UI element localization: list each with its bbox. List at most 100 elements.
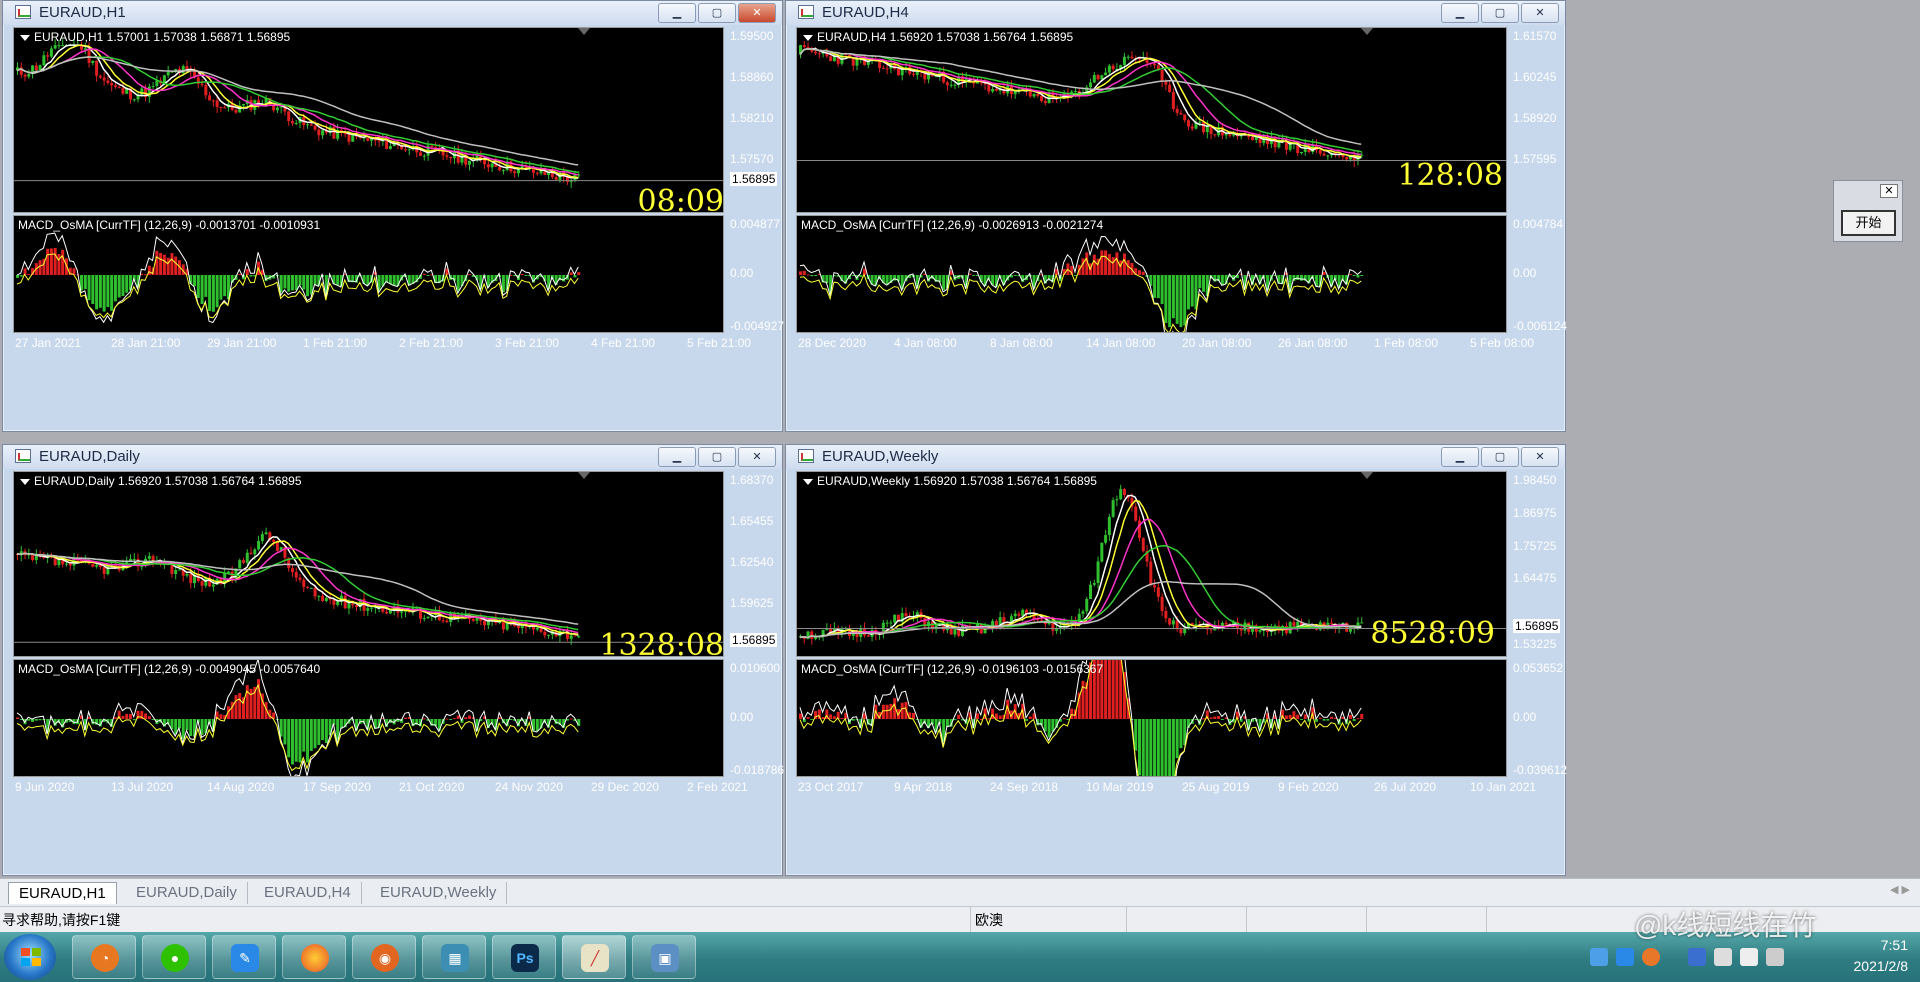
macd-bar: [885, 704, 889, 719]
minimize-button[interactable]: ▁: [1441, 447, 1479, 467]
window-titlebar[interactable]: EURAUD,H1 ▁ ▢ ✕: [3, 1, 782, 25]
tab-euraud-h1[interactable]: EURAUD,H1: [8, 882, 117, 904]
macd-pane[interactable]: MACD_OsMA [CurrTF] (12,26,9) -0.0013701 …: [13, 215, 724, 333]
candle-body: [223, 107, 227, 109]
taskbar-firefox[interactable]: [282, 935, 346, 979]
tray-volume-muted-icon[interactable]: [1740, 948, 1758, 966]
minimize-button[interactable]: ▁: [658, 3, 696, 23]
macd-bar: [1013, 275, 1017, 276]
candle-body: [302, 579, 306, 587]
macd-axis[interactable]: 0.053652 0.00 -0.039612: [1507, 659, 1568, 777]
time-axis[interactable]: 27 Jan 2021 28 Jan 21:00 29 Jan 21:00 1 Feb…: [13, 335, 751, 351]
maximize-button[interactable]: ▢: [1481, 3, 1519, 23]
macd-axis[interactable]: 0.004877 0.00 -0.004927: [724, 215, 784, 333]
tab-euraud-h4[interactable]: EURAUD,H4: [254, 882, 362, 904]
macd-pane[interactable]: MACD_OsMA [CurrTF] (12,26,9) -0.0049045 …: [13, 659, 724, 777]
header-triangle-icon[interactable]: [803, 478, 813, 485]
tab-euraud-weekly[interactable]: EURAUD,Weekly: [370, 882, 508, 904]
header-triangle-icon[interactable]: [20, 478, 30, 485]
macd-tick: -0.039612: [1513, 763, 1568, 777]
tray-network-icon[interactable]: [1714, 948, 1732, 966]
tab-euraud-daily[interactable]: EURAUD,Daily: [126, 882, 248, 904]
chart-window-daily[interactable]: EURAUD,Daily ▁ ▢ ✕ EURAUD,Daily 1.56920 …: [2, 444, 784, 876]
shift-marker-icon[interactable]: [578, 28, 590, 35]
candle-body: [949, 84, 953, 86]
price-pane[interactable]: EURAUD,H4 1.56920 1.57038 1.56764 1.5689…: [796, 27, 1507, 213]
price-axis[interactable]: 1.98450 1.86975 1.75725 1.64475 1.56895 1.532…: [1507, 471, 1565, 657]
taskbar-photoshop[interactable]: Ps: [492, 935, 556, 979]
macd-bar: [162, 254, 166, 275]
candle-body: [1288, 144, 1292, 150]
taskbar-chart-app[interactable]: ╱: [562, 935, 626, 979]
macd-axis[interactable]: 0.010600 0.00 -0.018786: [724, 659, 784, 777]
header-triangle-icon[interactable]: [803, 34, 813, 41]
tab-scroll-arrows[interactable]: ◀ ▶: [1890, 883, 1910, 896]
start-button[interactable]: 开始: [1841, 210, 1896, 236]
maximize-button[interactable]: ▢: [698, 3, 736, 23]
window-titlebar[interactable]: EURAUD,Daily ▁ ▢ ✕: [3, 445, 782, 469]
current-price-label: 1.56895: [730, 171, 778, 186]
chart-header: EURAUD,H1 1.57001 1.57038 1.56871 1.5689…: [20, 30, 290, 44]
close-button[interactable]: ✕: [1521, 3, 1559, 23]
chart-window-h4[interactable]: EURAUD,H4 ▁ ▢ ✕ EURAUD,H4 1.56920 1.5703…: [785, 0, 1567, 432]
close-button[interactable]: ✕: [738, 447, 776, 467]
window-titlebar[interactable]: EURAUD,H4 ▁ ▢ ✕: [786, 1, 1565, 25]
price-pane[interactable]: EURAUD,Weekly 1.56920 1.57038 1.56764 1.…: [796, 471, 1507, 657]
window-title: EURAUD,Weekly: [822, 448, 939, 465]
macd-tick: 0.00: [730, 710, 754, 724]
window-titlebar[interactable]: EURAUD,Weekly ▁ ▢ ✕: [786, 445, 1565, 469]
macd-bar: [57, 253, 61, 275]
time-axis[interactable]: 23 Oct 2017 9 Apr 2018 24 Sep 2018 10 Mar 2…: [796, 779, 1536, 795]
shift-marker-icon[interactable]: [1361, 472, 1373, 479]
tray-shield-icon[interactable]: [1688, 948, 1706, 966]
price-pane[interactable]: EURAUD,Daily 1.56920 1.57038 1.56764 1.5…: [13, 471, 724, 657]
candle-body: [1299, 151, 1303, 154]
macd-bar: [1326, 719, 1330, 721]
price-axis[interactable]: 1.59500 1.58860 1.58210 1.57570 1.56895: [724, 27, 782, 213]
macd-bar: [1356, 718, 1360, 720]
macd-bar: [1220, 719, 1224, 720]
maximize-button[interactable]: ▢: [698, 447, 736, 467]
price-pane[interactable]: EURAUD,H1 1.57001 1.57038 1.56871 1.5689…: [13, 27, 724, 213]
tray-signal-icon[interactable]: [1766, 948, 1784, 966]
tray-browser-icon[interactable]: [1642, 948, 1660, 966]
tray-pen-icon[interactable]: [1616, 948, 1634, 966]
macd-axis[interactable]: 0.004784 0.00 -0.006124: [1507, 215, 1567, 333]
minimize-button[interactable]: ▁: [1441, 3, 1479, 23]
time-axis[interactable]: 9 Jun 2020 13 Jul 2020 14 Aug 2020 17 Sep 2…: [13, 779, 748, 795]
maximize-button[interactable]: ▢: [1481, 447, 1519, 467]
macd-bar: [1360, 275, 1364, 276]
taskbar-photo-viewer[interactable]: ▣: [632, 935, 696, 979]
shift-marker-icon[interactable]: [578, 472, 590, 479]
chart-window-h1[interactable]: EURAUD,H1 ▁ ▢ ✕ EURAUD,H1 1.57001 1.5703…: [2, 0, 784, 432]
taskbar-bandit-app[interactable]: ◉: [352, 935, 416, 979]
taskbar-browser[interactable]: ◔: [72, 935, 136, 979]
close-button[interactable]: ✕: [1521, 447, 1559, 467]
taskbar-pen-app[interactable]: ✎: [212, 935, 276, 979]
tray-cube-icon[interactable]: [1590, 948, 1608, 966]
time-tick: 2 Feb 21:00: [399, 336, 464, 350]
shift-marker-icon[interactable]: [1361, 28, 1373, 35]
taskbar-wechat[interactable]: ●: [142, 935, 206, 979]
macd-bar: [177, 719, 181, 729]
macd-bar: [193, 275, 197, 287]
taskbar-qr-app[interactable]: ▦: [422, 935, 486, 979]
time-axis[interactable]: 28 Dec 2020 4 Jan 08:00 8 Jan 08:00 14 Jan …: [796, 335, 1534, 351]
macd-pane[interactable]: MACD_OsMA [CurrTF] (12,26,9) -0.0196103 …: [796, 659, 1507, 777]
macd-bar: [16, 717, 19, 719]
minimize-button[interactable]: ▁: [658, 447, 696, 467]
price-axis[interactable]: 1.68370 1.65455 1.62540 1.59625 1.56895: [724, 471, 782, 657]
chart-window-weekly[interactable]: EURAUD,Weekly ▁ ▢ ✕ EURAUD,Weekly 1.5692…: [785, 444, 1568, 876]
candlestick-chart: [14, 39, 723, 188]
dialog-close-button[interactable]: ✕: [1880, 184, 1898, 198]
macd-bar: [1115, 252, 1119, 275]
macd-bar: [1330, 716, 1334, 719]
macd-bar: [498, 717, 502, 719]
close-button[interactable]: ✕: [738, 3, 776, 23]
macd-pane[interactable]: MACD_OsMA [CurrTF] (12,26,9) -0.0026913 …: [796, 215, 1507, 333]
price-axis[interactable]: 1.61570 1.60245 1.58920 1.57595: [1507, 27, 1565, 213]
taskbar-clock[interactable]: 7:51 2021/2/8: [1854, 935, 1909, 977]
header-triangle-icon[interactable]: [20, 34, 30, 41]
candle-body: [814, 51, 818, 54]
start-button[interactable]: [4, 934, 56, 980]
